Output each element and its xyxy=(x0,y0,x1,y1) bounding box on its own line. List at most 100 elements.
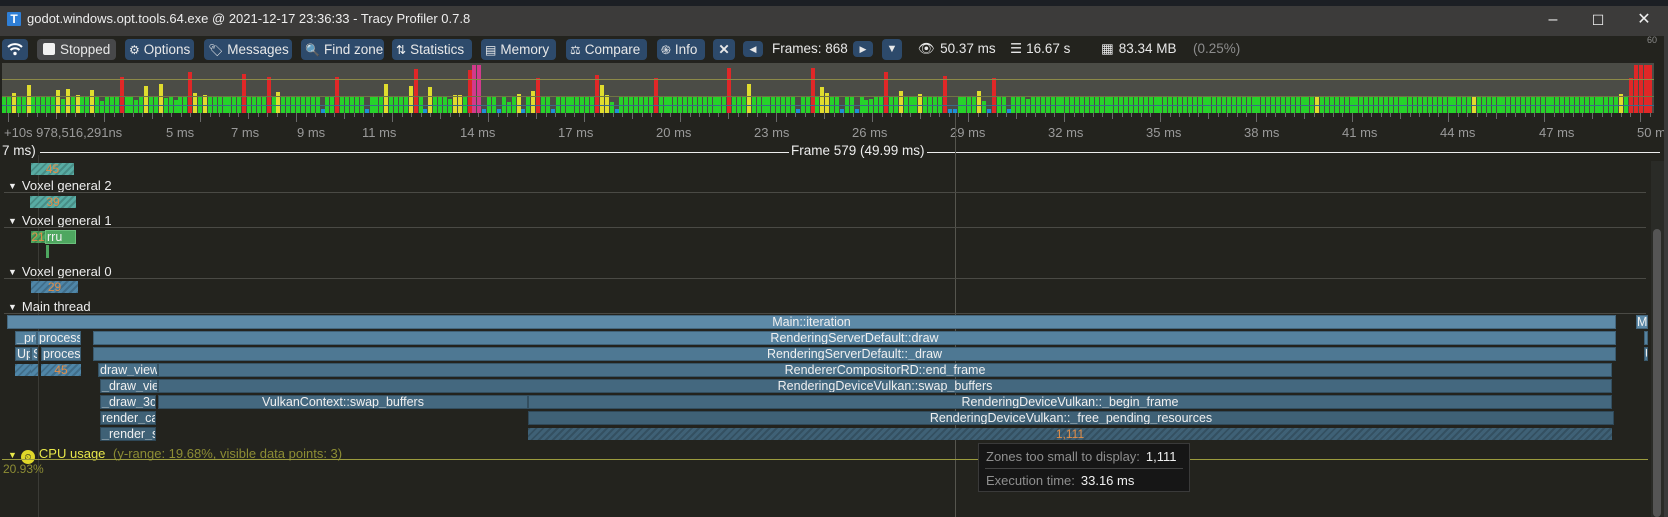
zone[interactable]: _draw_3c xyxy=(100,395,156,409)
next-frame-button[interactable]: ▶ xyxy=(853,41,873,57)
frame-bar[interactable] xyxy=(452,95,457,113)
zone[interactable]: proces xyxy=(41,347,81,361)
frame-bar[interactable] xyxy=(727,68,732,113)
frame-bar[interactable] xyxy=(75,95,80,113)
frame-dropdown-button[interactable]: ▼ xyxy=(882,39,902,60)
frame-bar[interactable] xyxy=(609,102,614,113)
small-zones-group[interactable]: 29 xyxy=(31,281,78,293)
messages-button[interactable]: 🏷 Messages xyxy=(204,39,292,60)
zone[interactable]: _render_s xyxy=(100,427,156,441)
zone[interactable]: Up xyxy=(15,347,31,361)
zone-vulkan-swap-buffers[interactable]: VulkanContext::swap_buffers xyxy=(158,395,528,409)
ruler-tick xyxy=(747,113,749,117)
zone[interactable] xyxy=(1644,331,1648,345)
zone[interactable]: process xyxy=(37,331,81,345)
frame-bar[interactable] xyxy=(335,77,340,113)
frame-bar[interactable] xyxy=(100,101,104,113)
thread-header-voxel-general-0[interactable]: ▼ Voxel general 0 xyxy=(8,264,112,279)
frame-bar[interactable] xyxy=(746,84,751,113)
frame-bar[interactable] xyxy=(428,87,433,113)
zone-main-iteration-next[interactable]: M xyxy=(1636,315,1648,329)
info-button[interactable]: ֍ Info xyxy=(657,39,705,60)
options-button[interactable]: ⚙ Options xyxy=(125,39,194,60)
zone-free-pending-resources[interactable]: RenderingDeviceVulkan::_free_pending_res… xyxy=(528,411,1614,425)
frame-bar[interactable] xyxy=(65,89,70,113)
thread-header-voxel-general-2[interactable]: ▼ Voxel general 2 xyxy=(8,178,112,193)
statistics-button[interactable]: ⇅ Statistics xyxy=(392,39,472,60)
zone[interactable]: _prc xyxy=(15,331,37,345)
zone-swap-buffers[interactable]: RenderingDeviceVulkan::swap_buffers xyxy=(158,379,1612,393)
small-zones-group[interactable] xyxy=(31,364,38,376)
frame-bar[interactable] xyxy=(864,100,869,113)
zone-rendering-server-draw[interactable]: RenderingServerDefault::draw xyxy=(93,331,1616,345)
frame-bar[interactable] xyxy=(134,100,139,113)
time-ruler[interactable]: +10s 978,516,291ns 5 ms 7 ms 9 ms 11 ms 14 ms… xyxy=(0,113,1668,140)
zone[interactable]: rru xyxy=(45,230,76,244)
zone[interactable]: draw_view xyxy=(98,363,158,377)
zone-rendering-server-inner-draw[interactable]: RenderingServerDefault::_draw xyxy=(93,347,1616,361)
frame-bar[interactable] xyxy=(820,87,825,113)
frame-bar[interactable] xyxy=(144,86,149,113)
frame-bar[interactable] xyxy=(173,100,178,113)
thread-header-main-thread[interactable]: ▼ Main thread xyxy=(8,299,91,314)
prev-frame-button[interactable]: ◀ xyxy=(743,41,763,57)
frame-bar[interactable] xyxy=(942,76,947,113)
ruler-tick xyxy=(603,113,605,117)
zone-end-frame[interactable]: RendererCompositorRD::end_frame xyxy=(158,363,1612,377)
ruler-tick xyxy=(1611,113,1613,117)
frame-bar[interactable] xyxy=(408,86,413,113)
frame-bar[interactable] xyxy=(810,68,815,113)
close-button[interactable]: ✕ xyxy=(1624,8,1664,32)
zone-begin-frame[interactable]: RenderingDeviceVulkan::_begin_frame xyxy=(528,395,1612,409)
frame-bar[interactable] xyxy=(384,84,389,113)
frame-bar[interactable] xyxy=(982,101,986,113)
frame-bar[interactable] xyxy=(604,95,609,113)
frame-bar[interactable] xyxy=(26,85,31,113)
frame-bar[interactable] xyxy=(531,91,536,113)
zone[interactable]: render_ca xyxy=(100,411,156,425)
small-zones-group[interactable] xyxy=(15,364,31,376)
scrollbar-thumb[interactable] xyxy=(1653,229,1661,517)
frame-bar[interactable] xyxy=(869,99,874,113)
tools-button[interactable]: ✕ xyxy=(713,39,735,60)
thread-header-voxel-general-1[interactable]: ▼ Voxel general 1 xyxy=(8,213,112,228)
frame-bar[interactable] xyxy=(413,69,418,113)
frame-bar[interactable] xyxy=(266,77,271,113)
frame-bar[interactable] xyxy=(977,91,982,113)
frame-bar[interactable] xyxy=(202,95,207,113)
frame-bar[interactable] xyxy=(599,85,604,113)
find-zone-button[interactable]: 🔍 Find zone xyxy=(301,39,384,60)
frame-label[interactable]: Frame 579 (49.99 ms) xyxy=(789,143,927,158)
frame-bar[interactable] xyxy=(60,99,65,113)
frame-bar[interactable] xyxy=(119,77,124,113)
ruler-tick xyxy=(1563,113,1565,117)
memory-button[interactable]: ▤ Memory xyxy=(481,39,556,60)
frame-bar[interactable] xyxy=(447,99,452,113)
cpu-usage-header[interactable]: ▼ ⏲ CPU usage (y-range: 19.68%, visible da… xyxy=(8,446,342,464)
small-zones-group[interactable]: 1,111 xyxy=(528,428,1612,440)
minimize-button[interactable]: – xyxy=(1533,8,1573,32)
small-zones-group[interactable]: 45 xyxy=(31,163,74,175)
frame-bar[interactable] xyxy=(158,84,163,113)
frame-bar[interactable] xyxy=(594,75,599,113)
stopped-toggle[interactable]: Stopped xyxy=(37,39,116,60)
frame-bar[interactable] xyxy=(457,95,462,113)
frame-bar[interactable] xyxy=(467,70,472,113)
zone[interactable] xyxy=(46,245,49,258)
zone[interactable]: S xyxy=(31,347,38,361)
frame-bar[interactable] xyxy=(55,90,60,113)
small-zones-group[interactable]: 39 xyxy=(30,196,76,208)
frame-bar[interactable] xyxy=(898,91,903,113)
frame-bar[interactable] xyxy=(1026,99,1031,113)
zone[interactable]: _draw_vie xyxy=(100,379,158,393)
zone-main-iteration[interactable]: Main::iteration xyxy=(7,315,1616,329)
small-zones-group[interactable]: 45 xyxy=(41,364,81,376)
zone[interactable]: U xyxy=(1644,347,1648,361)
small-zones-group[interactable]: 21 xyxy=(31,231,45,243)
connection-button[interactable] xyxy=(2,39,28,60)
tooltip-exec-value: 33.16 ms xyxy=(1080,473,1135,488)
compare-button[interactable]: ⚖ Compare xyxy=(566,39,647,60)
frame-bar[interactable] xyxy=(506,102,511,113)
frame-bar[interactable] xyxy=(90,90,95,113)
maximize-button[interactable]: ☐ xyxy=(1578,8,1618,32)
